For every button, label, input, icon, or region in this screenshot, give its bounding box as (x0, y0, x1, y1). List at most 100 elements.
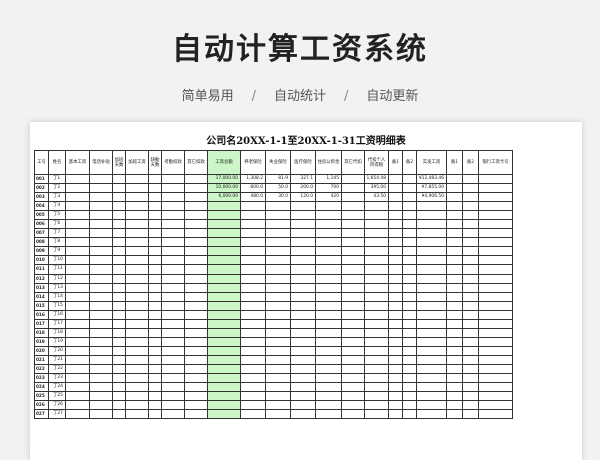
pension-cell (240, 363, 266, 375)
spreadsheet-preview: 公司名20XX-1-1至20XX-1-31工资明细表 工号 姓名 基本工资 电话补贴加… (30, 122, 582, 460)
medical-cell (290, 228, 316, 239)
total-cell (207, 327, 241, 338)
empty-cell (341, 373, 365, 384)
net-cell (416, 201, 447, 212)
net-cell (416, 291, 447, 302)
empty-cell (89, 300, 113, 311)
medical-cell (290, 246, 316, 257)
housing-cell (315, 309, 342, 320)
unemployment-cell: 30.0 (265, 192, 291, 203)
employee-name-cell: 丁21 (48, 354, 66, 365)
empty-cell (388, 237, 403, 248)
empty-cell (478, 354, 513, 365)
unemployment-cell (265, 255, 291, 266)
housing-cell (315, 264, 342, 275)
housing-cell (315, 273, 342, 284)
total-cell (207, 318, 241, 329)
employee-name-cell: 丁25 (48, 391, 66, 402)
empty-cell (112, 255, 126, 266)
empty-cell (184, 373, 208, 384)
net-cell (416, 409, 447, 420)
housing-cell (315, 363, 342, 375)
empty-cell (462, 264, 479, 275)
empty-cell (341, 201, 365, 212)
empty-cell (402, 201, 417, 212)
empty-cell (402, 336, 417, 347)
empty-cell (388, 345, 403, 356)
empty-cell (388, 173, 403, 185)
empty-cell (112, 354, 126, 365)
empty-cell (65, 173, 90, 185)
pension-cell (240, 309, 266, 320)
empty-cell (161, 173, 185, 185)
column-header: 基本工资 (65, 150, 90, 175)
employee-name-cell: 丁27 (48, 409, 66, 420)
empty-cell (89, 282, 113, 293)
empty-cell (148, 409, 162, 420)
employee-name-cell: 丁2 (48, 183, 66, 194)
unemployment-cell (265, 291, 291, 302)
feature-auto-update: 自动更新 (366, 89, 419, 104)
empty-cell (446, 228, 463, 239)
unemployment-cell (265, 273, 291, 284)
unemployment-cell (265, 354, 291, 365)
empty-cell (148, 237, 162, 248)
employee-id-cell: 008 (34, 237, 49, 248)
empty-cell (446, 201, 463, 212)
column-header: 银行工资卡号 (478, 150, 513, 175)
empty-cell (478, 282, 513, 293)
empty-cell (446, 400, 463, 411)
tax-cell (364, 318, 389, 329)
empty-cell (65, 400, 90, 411)
pension-cell (240, 318, 266, 329)
total-cell (207, 201, 241, 212)
employee-id-cell: 015 (34, 300, 49, 311)
table-row: 022 丁22 (34, 363, 513, 375)
empty-cell (184, 300, 208, 311)
empty-cell (112, 345, 126, 356)
empty-cell (148, 300, 162, 311)
empty-cell (161, 309, 185, 320)
table-row: 007 丁7 (34, 228, 513, 239)
empty-cell (478, 237, 513, 248)
tax-cell (364, 336, 389, 347)
empty-cell (478, 336, 513, 347)
empty-cell (89, 391, 113, 402)
empty-cell (402, 255, 417, 266)
empty-cell (341, 192, 365, 203)
total-cell (207, 300, 241, 311)
pension-cell (240, 210, 266, 221)
employee-name-cell: 丁15 (48, 300, 66, 311)
empty-cell (388, 219, 403, 230)
column-header: 实发工资 (416, 150, 447, 175)
empty-cell (402, 183, 417, 194)
empty-cell (402, 228, 417, 239)
empty-cell (112, 318, 126, 329)
empty-cell (446, 183, 463, 194)
pension-cell: 480.0 (240, 192, 266, 203)
empty-cell (388, 201, 403, 212)
employee-id-cell: 012 (34, 273, 49, 284)
column-header: 代扣个人所得税 (364, 150, 389, 175)
medical-cell (290, 291, 316, 302)
empty-cell (446, 264, 463, 275)
empty-cell (462, 327, 479, 338)
empty-cell (125, 409, 149, 420)
empty-cell (341, 273, 365, 284)
empty-cell (184, 309, 208, 320)
page-title: 自动计算工资系统 (172, 32, 428, 67)
empty-cell (341, 409, 365, 420)
empty-cell (446, 219, 463, 230)
empty-cell (89, 363, 113, 375)
empty-cell (341, 318, 365, 329)
empty-cell (148, 228, 162, 239)
empty-cell (446, 273, 463, 284)
column-header: 失业保险 (265, 150, 291, 175)
total-cell (207, 400, 241, 411)
empty-cell (89, 345, 113, 356)
table-row: 004 丁4 (34, 201, 513, 212)
empty-cell (402, 291, 417, 302)
empty-cell (402, 237, 417, 248)
total-cell (207, 382, 241, 393)
net-cell: ¥12,483.46 (416, 173, 447, 185)
